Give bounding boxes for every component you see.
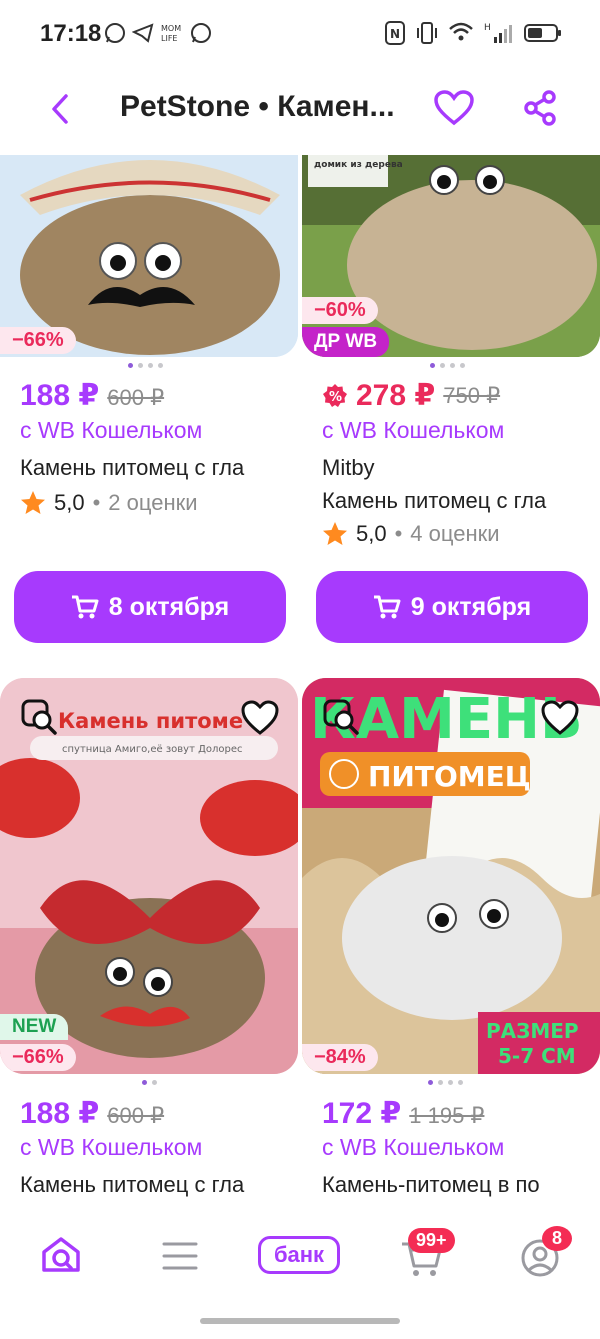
- product-name: Камень питомец с гла: [322, 488, 547, 513]
- delivery-date: 8 октября: [108, 592, 230, 621]
- whatsapp-icon: [105, 23, 125, 43]
- reviews-count: 2 оценки: [108, 490, 198, 515]
- rating: 5,0 • 4 оценки: [322, 521, 500, 547]
- battery-icon: [524, 24, 561, 42]
- discount-badge: −84%: [302, 1044, 378, 1071]
- add-to-cart-button[interactable]: 9 октября: [316, 571, 588, 643]
- new-badge: NEW: [0, 1014, 69, 1040]
- discount-percent-icon: %: [323, 383, 347, 407]
- product-image[interactable]: −66%: [0, 155, 298, 357]
- promo-tag: ДР WB: [302, 327, 390, 357]
- current-price: 188 ₽: [20, 379, 100, 412]
- profile-badge: 8: [542, 1226, 572, 1251]
- product-card[interactable]: −66% 188 ₽ 600 ₽ с WB Кошельком Камень пи…: [0, 155, 298, 645]
- image-pagination: [430, 363, 465, 368]
- status-time: 17:18: [40, 20, 102, 47]
- rating: 5,0 • 2 оценки: [20, 490, 198, 516]
- search-similar-icon[interactable]: [20, 698, 60, 738]
- current-price: 188 ₽: [20, 1097, 100, 1130]
- image-subtitle: ПИТОМЕЦ: [368, 760, 531, 793]
- current-price: 278 ₽: [356, 379, 436, 412]
- product-card[interactable]: Камень питоме спутница Амиго,её зовут До…: [0, 678, 298, 1198]
- home-indicator[interactable]: [200, 1318, 400, 1324]
- current-price: 172 ₽: [322, 1097, 402, 1130]
- product-image[interactable]: Камень питоме спутница Амиго,её зовут До…: [0, 678, 298, 1074]
- search-similar-icon[interactable]: [322, 698, 362, 738]
- image-subtitle: спутница Амиго,её зовут Долорес: [62, 744, 243, 755]
- image-title: Камень питоме: [58, 709, 243, 733]
- svg-text:MOM: MOM: [161, 24, 181, 33]
- discount-badge: −66%: [0, 1044, 76, 1071]
- product-image[interactable]: КАМЕНЬ ПИТОМЕЦ РАЗМЕР 5-7 СМ −84%: [302, 678, 600, 1074]
- image-caption: домик из дерева: [314, 160, 403, 170]
- cart-badge: 99+: [408, 1228, 455, 1253]
- svg-text:H: H: [484, 23, 491, 33]
- bank-label: банк: [273, 1242, 325, 1267]
- product-name: Камень питомец с гла: [20, 455, 245, 480]
- favorite-heart-icon[interactable]: [240, 698, 280, 738]
- status-bar: 17:18 MOM LIFE N H: [0, 0, 600, 70]
- svg-text:РАЗМЕР: РАЗМЕР: [486, 1019, 579, 1043]
- home-search-icon[interactable]: [40, 1234, 82, 1276]
- discount-badge: −60%: [302, 297, 378, 324]
- page-title: PetStone • Камен...: [120, 90, 395, 123]
- image-pagination: [428, 1080, 463, 1085]
- separator-dot: •: [394, 521, 403, 546]
- bottom-navigation: банк 99+ 8: [0, 1206, 600, 1306]
- old-price: 1 195 ₽: [409, 1103, 485, 1128]
- system-icons: N H: [384, 20, 562, 46]
- nfc-icon: N: [385, 21, 405, 45]
- notification-icons: MOM LIFE: [104, 22, 212, 44]
- bank-tab[interactable]: банк: [258, 1236, 340, 1274]
- wifi-icon: [449, 22, 473, 41]
- product-name: Камень питомец с гла: [20, 1172, 245, 1197]
- share-icon[interactable]: [522, 90, 558, 126]
- telegram-icon: [132, 23, 154, 43]
- reviews-count: 4 оценки: [410, 521, 500, 546]
- rating-value: 5,0: [356, 521, 387, 546]
- vibrate-icon: [417, 22, 437, 44]
- signal-icon: H: [484, 23, 512, 43]
- image-pagination: [128, 363, 163, 368]
- cart-icon: [373, 595, 401, 619]
- brand-name: Mitby: [322, 455, 375, 480]
- image-pagination: [142, 1080, 157, 1085]
- wallet-label: с WB Кошельком: [322, 1134, 505, 1160]
- whatsapp-icon: [191, 23, 211, 43]
- price: % 278 ₽ 750 ₽: [322, 378, 500, 413]
- price: 188 ₽ 600 ₽: [20, 1096, 164, 1131]
- discount-badge: −66%: [0, 327, 76, 354]
- app-header: PetStone • Камен...: [0, 72, 600, 152]
- product-image[interactable]: домик из дерева −60% ДР WB: [302, 155, 600, 357]
- add-to-cart-button[interactable]: 8 октября: [14, 571, 286, 643]
- app-logo-icon: MOMLIFE: [161, 24, 181, 43]
- catalog-menu-icon[interactable]: [160, 1240, 200, 1272]
- wallet-label: с WB Кошельком: [322, 417, 505, 443]
- wallet-label: с WB Кошельком: [20, 1134, 203, 1160]
- favorite-heart-icon[interactable]: [434, 90, 474, 126]
- old-price: 600 ₽: [107, 385, 165, 410]
- separator-dot: •: [92, 490, 101, 515]
- back-arrow-icon[interactable]: [44, 92, 78, 126]
- product-name: Камень-питомец в по: [322, 1172, 540, 1197]
- favorite-heart-icon[interactable]: [540, 698, 580, 738]
- price: 188 ₽ 600 ₽: [20, 378, 164, 413]
- delivery-date: 9 октября: [410, 592, 532, 621]
- product-card[interactable]: домик из дерева −60% ДР WB % 278 ₽750 ₽ …: [302, 155, 600, 645]
- old-price: 600 ₽: [107, 1103, 165, 1128]
- rating-value: 5,0: [54, 490, 85, 515]
- svg-text:N: N: [390, 27, 400, 41]
- old-price: 750 ₽: [443, 382, 501, 408]
- svg-text:%: %: [329, 390, 342, 405]
- svg-text:5-7 СМ: 5-7 СМ: [498, 1044, 576, 1068]
- price: 172 ₽ 1 195 ₽: [322, 1096, 484, 1131]
- cart-icon: [71, 595, 99, 619]
- wallet-label: с WB Кошельком: [20, 417, 203, 443]
- product-card[interactable]: КАМЕНЬ ПИТОМЕЦ РАЗМЕР 5-7 СМ −84% 172 ₽1…: [302, 678, 600, 1198]
- star-icon: [21, 491, 45, 514]
- svg-text:LIFE: LIFE: [161, 34, 177, 43]
- star-icon: [323, 522, 347, 545]
